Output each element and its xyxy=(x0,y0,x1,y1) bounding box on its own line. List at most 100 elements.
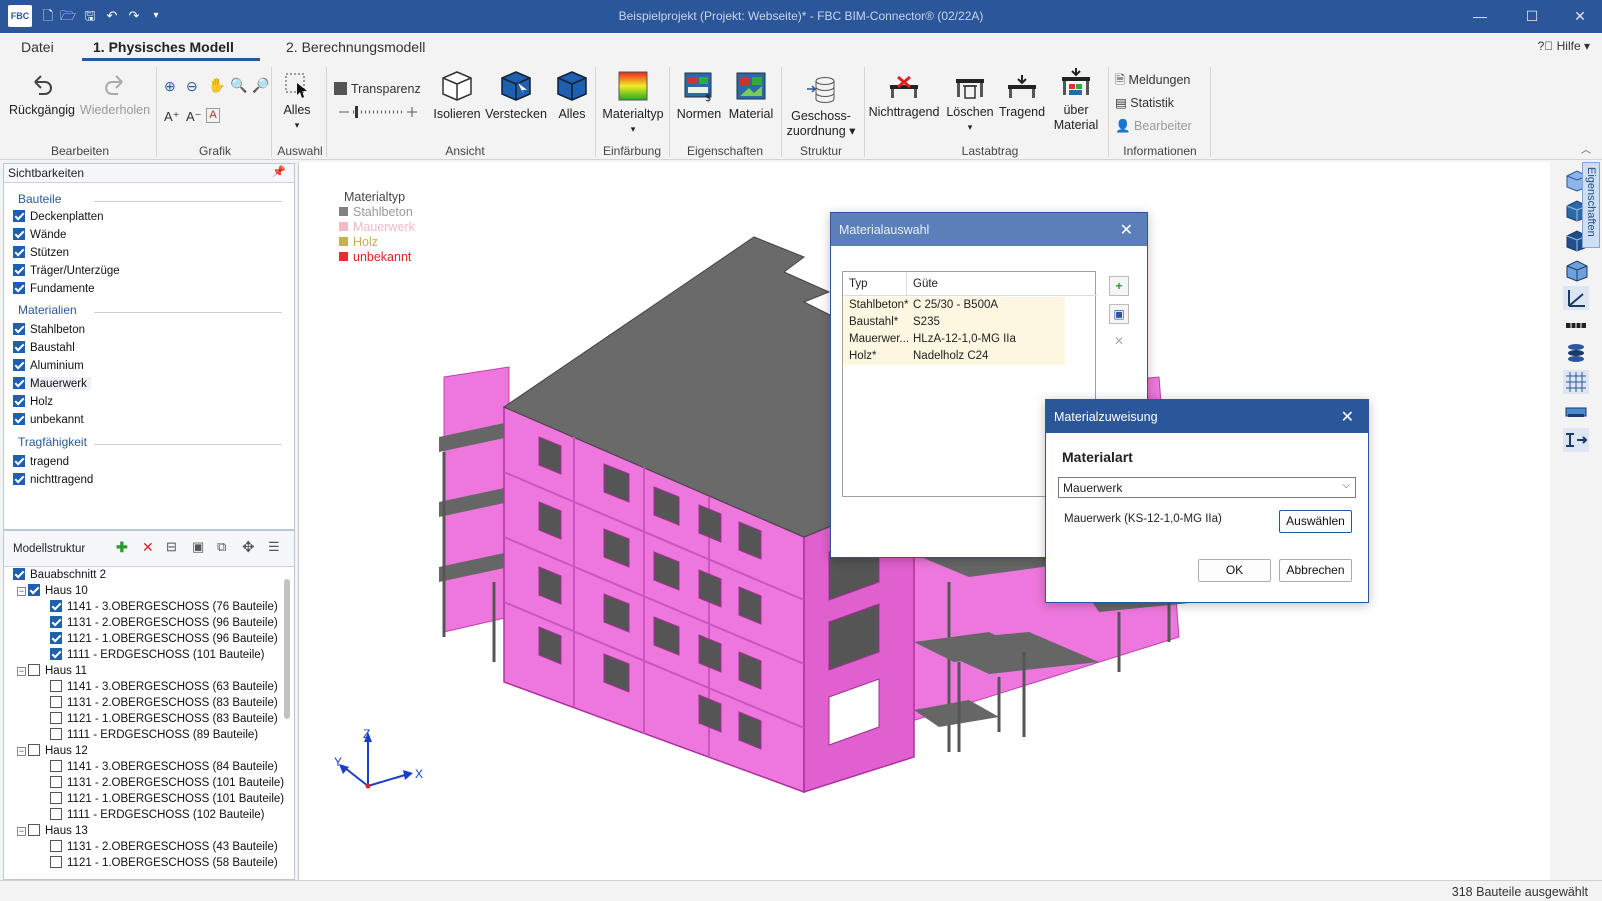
isolieren-button[interactable]: Isolieren xyxy=(432,69,482,122)
pin-icon[interactable]: 📌 xyxy=(272,165,286,178)
checkbox-traeger[interactable]: Träger/Unterzüge xyxy=(13,264,120,277)
edit-node-icon[interactable]: ▣ xyxy=(192,539,204,555)
collapse-icon[interactable]: − xyxy=(17,667,26,676)
section-plane-icon[interactable] xyxy=(1563,400,1589,424)
checkbox-mauerwerk[interactable]: Mauerwerk xyxy=(13,377,91,390)
meldungen-button[interactable]: 🗎 Meldungen xyxy=(1115,71,1190,92)
tree-node-floor[interactable]: 1121 - 1.OBERGESCHOSS (101 Bauteile) xyxy=(50,792,284,805)
checkbox-deckenplatten[interactable]: Deckenplatten xyxy=(13,210,104,223)
view-iso-icon[interactable] xyxy=(1563,258,1589,282)
tree-node-floor[interactable]: 1121 - 1.OBERGESCHOSS (96 Bauteile) xyxy=(50,632,278,645)
checkbox-baustahl[interactable]: Baustahl xyxy=(13,341,75,354)
tree-node-haus-11[interactable]: − Haus 11 xyxy=(17,664,87,677)
delete-material-icon[interactable]: ✕ xyxy=(1109,332,1129,352)
tree-node-floor[interactable]: 1141 - 3.OBERGESCHOSS (63 Bauteile) xyxy=(50,680,278,693)
tree-node-haus-12[interactable]: − Haus 12 xyxy=(17,744,88,757)
table-row[interactable]: Stahlbeton* C 25/30 - B500A xyxy=(843,297,1065,314)
nichttragend-button[interactable]: Nichttragend xyxy=(868,73,940,120)
materialart-select[interactable]: Mauerwerk ⌵ xyxy=(1058,477,1356,498)
table-row[interactable]: Holz* Nadelholz C24 xyxy=(843,348,1065,365)
tab-physisches-modell[interactable]: 1. Physisches Modell xyxy=(93,39,234,55)
checkbox-waende[interactable]: Wände xyxy=(13,228,66,241)
geschosszuordnung-button[interactable]: Geschoss- zuordnung ▾ xyxy=(786,75,856,139)
collapse-icon[interactable]: − xyxy=(17,827,26,836)
minimize-icon[interactable]: — xyxy=(1465,6,1495,26)
tree-node-floor[interactable]: 1121 - 1.OBERGESCHOSS (58 Bauteile) xyxy=(50,856,278,869)
tree-node-floor[interactable]: 1111 - ERDGESCHOSS (102 Bauteile) xyxy=(50,808,265,821)
close-icon[interactable]: ✕ xyxy=(1120,220,1133,240)
loeschen-button[interactable]: Löschen ▾ xyxy=(944,73,996,135)
checkbox-aluminium[interactable]: Aluminium xyxy=(13,359,84,372)
checkbox-unbekannt[interactable]: unbekannt xyxy=(13,413,84,426)
undo-button[interactable]: Rückgängig xyxy=(6,73,78,118)
checkbox-stuetzen[interactable]: Stützen xyxy=(13,246,69,259)
close-icon[interactable]: ✕ xyxy=(1341,407,1354,427)
delete-node-icon[interactable]: ✕ xyxy=(142,539,154,556)
normen-button[interactable]: $ Normen xyxy=(674,69,724,122)
add-node-icon[interactable]: ✚ xyxy=(116,539,128,556)
collapse-icon[interactable]: − xyxy=(17,747,26,756)
edit-material-icon[interactable]: ▣ xyxy=(1109,304,1129,324)
font-smaller-icon[interactable]: A⁻ xyxy=(186,109,202,125)
tragend-button[interactable]: Tragend xyxy=(998,73,1046,120)
text-color-icon[interactable]: A xyxy=(206,108,220,123)
tree-scrollbar[interactable] xyxy=(284,579,290,719)
cancel-button[interactable]: Abbrechen xyxy=(1279,559,1352,582)
checkbox-nichttragend[interactable]: nichttragend xyxy=(13,473,93,486)
tree-node-floor[interactable]: 1111 - ERDGESCHOSS (101 Bauteile) xyxy=(50,648,265,661)
tree-node-floor[interactable]: 1131 - 2.OBERGESCHOSS (101 Bauteile) xyxy=(50,776,284,789)
move-node-icon[interactable]: ✥ xyxy=(242,538,255,556)
eigenschaften-side-tab[interactable]: Eigenschaften xyxy=(1582,162,1600,248)
measure-icon[interactable] xyxy=(1563,428,1589,452)
close-window-icon[interactable]: ✕ xyxy=(1565,6,1595,26)
add-material-icon[interactable]: + xyxy=(1109,276,1129,296)
ueber-material-button[interactable]: über Material xyxy=(1048,67,1104,133)
tab-berechnungsmodell[interactable]: 2. Berechnungsmodell xyxy=(286,39,425,55)
tree-node-bauabschnitt[interactable]: Bauabschnitt 2 xyxy=(13,568,106,581)
transparency-slider[interactable] xyxy=(337,105,421,119)
column-header-typ[interactable]: Typ xyxy=(843,272,907,296)
pan-hand-icon[interactable]: ✋ xyxy=(208,77,225,94)
checkbox-tragend[interactable]: tragend xyxy=(13,455,69,468)
tree-node-floor[interactable]: 1131 - 2.OBERGESCHOSS (96 Bauteile) xyxy=(50,616,278,629)
copy-node-icon[interactable]: ⧉ xyxy=(217,539,226,555)
axis-toggle-icon[interactable] xyxy=(1563,286,1589,310)
table-row[interactable]: Mauerwer... HLzA-12-1,0-MG IIa xyxy=(843,331,1065,348)
checkbox-fundamente[interactable]: Fundamente xyxy=(13,282,95,295)
redo-button[interactable]: Wiederholen xyxy=(78,73,152,118)
tree-node-floor[interactable]: 1131 - 2.OBERGESCHOSS (43 Bauteile) xyxy=(50,840,278,853)
tab-datei[interactable]: Datei xyxy=(21,39,54,55)
zoom-window-icon[interactable]: 🔍 xyxy=(230,77,247,94)
ok-button[interactable]: OK xyxy=(1198,559,1271,582)
rename-node-icon[interactable]: ⊟ xyxy=(166,539,177,555)
collapse-icon[interactable]: − xyxy=(17,587,26,596)
maximize-icon[interactable]: ☐ xyxy=(1517,6,1547,26)
checkbox-stahlbeton[interactable]: Stahlbeton xyxy=(13,323,85,336)
collapse-ribbon-icon[interactable]: ︿ xyxy=(1581,141,1591,156)
select-all-button[interactable]: Alles ▾ xyxy=(276,71,318,133)
materialtyp-button[interactable]: Materialtyp ▾ xyxy=(600,69,666,137)
show-all-button[interactable]: Alles xyxy=(552,69,592,122)
tree-node-haus-10[interactable]: − Haus 10 xyxy=(17,584,88,597)
zoom-in-icon[interactable]: ⊕ xyxy=(164,78,176,95)
transparency-toggle[interactable]: Transparenz xyxy=(334,82,421,96)
grid-icon[interactable] xyxy=(1563,370,1589,394)
column-header-guete[interactable]: Güte xyxy=(907,272,1097,296)
tree-node-floor[interactable]: 1141 - 3.OBERGESCHOSS (84 Bauteile) xyxy=(50,760,278,773)
material-button[interactable]: Material xyxy=(726,69,776,122)
zoom-all-icon[interactable]: 🔎 xyxy=(252,77,269,94)
bearbeiter-button[interactable]: 👤 Bearbeiter xyxy=(1115,119,1192,134)
help-menu[interactable]: ?⃝ Hilfe ▾ xyxy=(1538,39,1590,53)
font-larger-icon[interactable]: A⁺ xyxy=(164,109,180,125)
table-row[interactable]: Baustahl* S235 xyxy=(843,314,1065,331)
tree-node-floor[interactable]: 1121 - 1.OBERGESCHOSS (83 Bauteile) xyxy=(50,712,278,725)
storey-stack-icon[interactable] xyxy=(1563,342,1589,366)
sort-node-icon[interactable]: ☰ xyxy=(268,539,280,555)
checkbox-holz[interactable]: Holz xyxy=(13,395,53,408)
zoom-out-icon[interactable]: ⊖ xyxy=(186,78,198,95)
statistik-button[interactable]: ▤ Statistik xyxy=(1115,95,1174,110)
verstecken-button[interactable]: Verstecken xyxy=(484,69,548,122)
auswaehlen-button[interactable]: Auswählen xyxy=(1279,510,1352,533)
dimension-icon[interactable] xyxy=(1563,314,1589,338)
tree-node-haus-13[interactable]: − Haus 13 xyxy=(17,824,88,837)
